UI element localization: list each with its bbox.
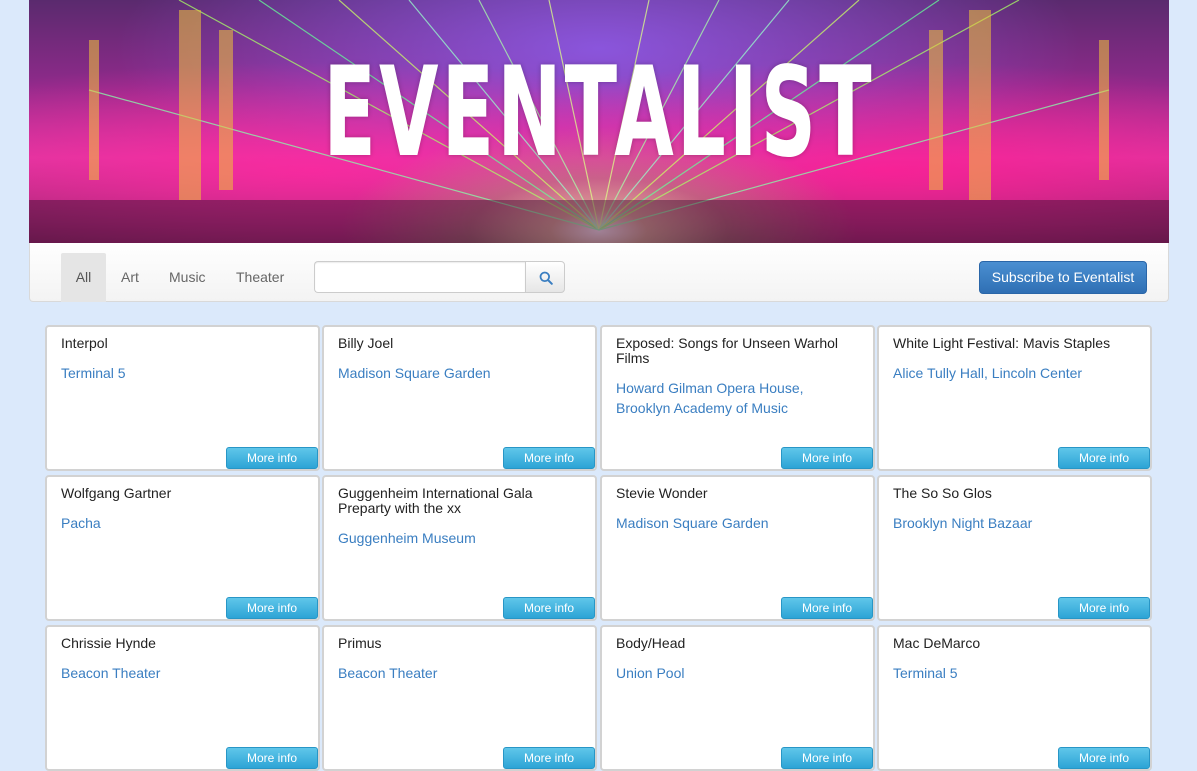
more-info-button[interactable]: More info	[1058, 447, 1150, 469]
event-card: White Light Festival: Mavis Staples Alic…	[877, 325, 1152, 471]
more-info-button[interactable]: More info	[781, 597, 873, 619]
event-title: Wolfgang Gartner	[61, 485, 172, 501]
event-venue-link[interactable]: Howard Gilman Opera House, Brooklyn Acad…	[616, 378, 861, 418]
event-title: Guggenheim International Gala Preparty w…	[338, 485, 533, 516]
tab-theater[interactable]: Theater	[236, 253, 284, 302]
event-title: Primus	[338, 635, 382, 651]
navbar: All Art Music Theater Subscribe to Event…	[29, 243, 1169, 302]
event-venue-link[interactable]: Brooklyn Night Bazaar	[893, 513, 1138, 533]
search-input[interactable]	[314, 261, 525, 293]
event-card: Mac DeMarco Terminal 5 More info	[877, 625, 1152, 771]
event-title: White Light Festival: Mavis Staples	[893, 335, 1111, 351]
site-title: EVENTALIST	[323, 41, 875, 185]
event-title: Mac DeMarco	[893, 635, 981, 651]
event-card: Chrissie Hynde Beacon Theater More info	[45, 625, 320, 771]
event-venue-link[interactable]: Beacon Theater	[338, 663, 583, 683]
event-title: Stevie Wonder	[616, 485, 708, 501]
hero-banner: EVENTALIST	[29, 0, 1169, 243]
event-venue-link[interactable]: Terminal 5	[893, 663, 1138, 683]
event-card: Exposed: Songs for Unseen Warhol Films H…	[600, 325, 875, 471]
more-info-button[interactable]: More info	[226, 747, 318, 769]
subscribe-button[interactable]: Subscribe to Eventalist	[979, 261, 1147, 294]
event-venue-link[interactable]: Pacha	[61, 513, 306, 533]
event-card: The So So Glos Brooklyn Night Bazaar Mor…	[877, 475, 1152, 621]
event-title: The So So Glos	[893, 485, 992, 501]
event-card: Body/Head Union Pool More info	[600, 625, 875, 771]
search-icon	[539, 271, 553, 285]
event-venue-link[interactable]: Beacon Theater	[61, 663, 306, 683]
event-title: Exposed: Songs for Unseen Warhol Films	[616, 335, 839, 366]
event-venue-link[interactable]: Madison Square Garden	[616, 513, 861, 533]
more-info-button[interactable]: More info	[503, 447, 595, 469]
event-title: Interpol	[61, 335, 108, 351]
event-venue-link[interactable]: Terminal 5	[61, 363, 306, 383]
more-info-button[interactable]: More info	[781, 747, 873, 769]
more-info-button[interactable]: More info	[503, 597, 595, 619]
more-info-button[interactable]: More info	[226, 597, 318, 619]
event-venue-link[interactable]: Guggenheim Museum	[338, 528, 583, 548]
event-title: Chrissie Hynde	[61, 635, 156, 651]
event-venue-link[interactable]: Union Pool	[616, 663, 861, 683]
tab-art[interactable]: Art	[121, 253, 139, 302]
more-info-button[interactable]: More info	[226, 447, 318, 469]
event-title: Billy Joel	[338, 335, 394, 351]
event-venue-link[interactable]: Alice Tully Hall, Lincoln Center	[893, 363, 1138, 383]
event-card: Interpol Terminal 5 More info	[45, 325, 320, 471]
event-card: Primus Beacon Theater More info	[322, 625, 597, 771]
more-info-button[interactable]: More info	[781, 447, 873, 469]
tab-music[interactable]: Music	[169, 253, 206, 302]
more-info-button[interactable]: More info	[503, 747, 595, 769]
event-venue-link[interactable]: Madison Square Garden	[338, 363, 583, 383]
event-card: Stevie Wonder Madison Square Garden More…	[600, 475, 875, 621]
tab-all[interactable]: All	[61, 253, 106, 302]
event-card: Wolfgang Gartner Pacha More info	[45, 475, 320, 621]
event-card: Billy Joel Madison Square Garden More in…	[322, 325, 597, 471]
event-card: Guggenheim International Gala Preparty w…	[322, 475, 597, 621]
search-button[interactable]	[525, 261, 565, 293]
event-title: Body/Head	[616, 635, 686, 651]
more-info-button[interactable]: More info	[1058, 747, 1150, 769]
more-info-button[interactable]: More info	[1058, 597, 1150, 619]
